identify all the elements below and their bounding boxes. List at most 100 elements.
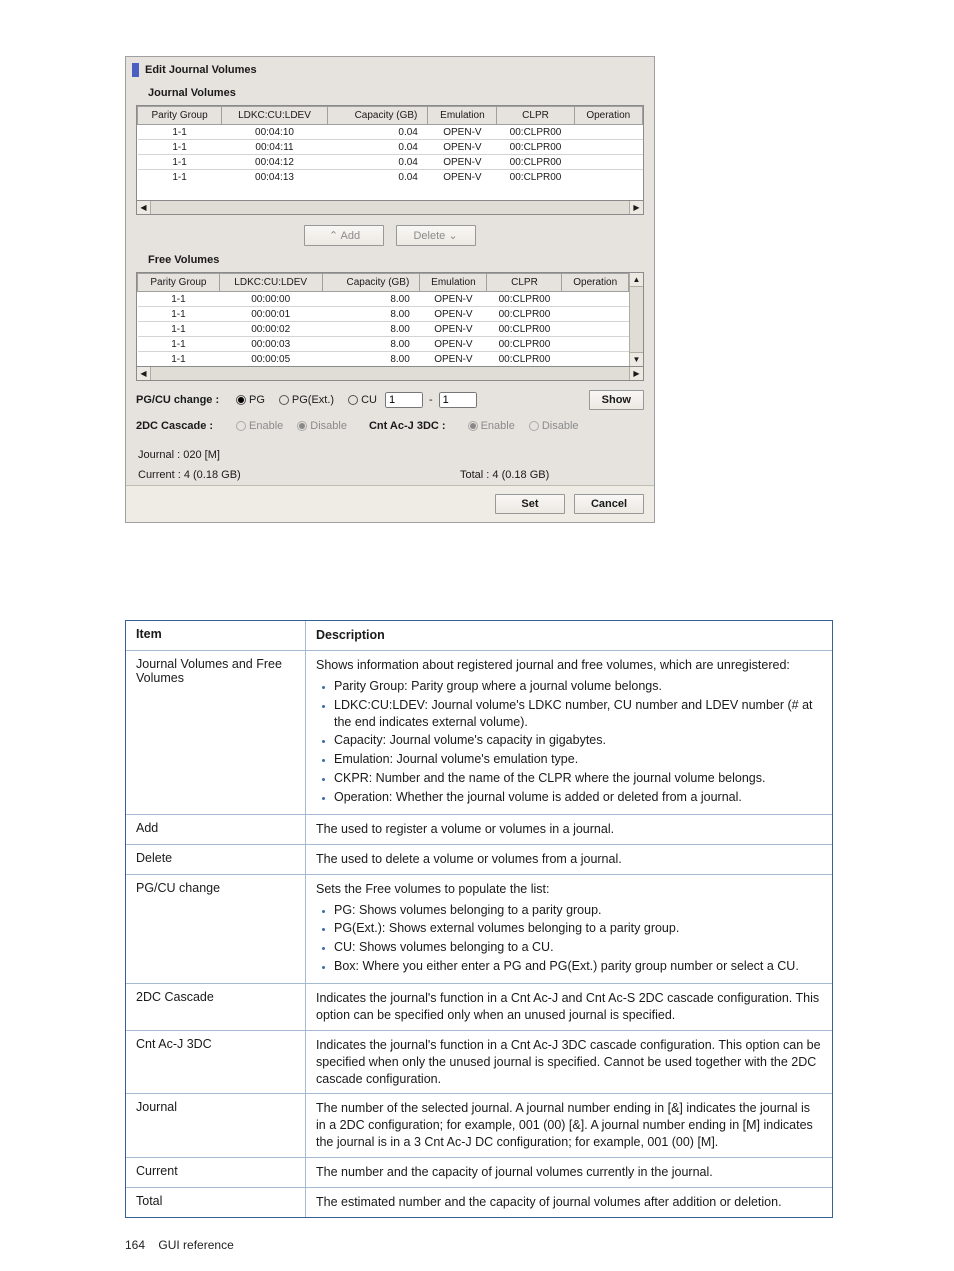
table-row[interactable]: 1-100:00:028.00OPEN-V00:CLPR00 [138, 322, 629, 337]
title-accent [132, 63, 139, 77]
scroll-up-icon[interactable]: ▲ [630, 273, 643, 287]
col-capacity[interactable]: Capacity (GB) [322, 274, 420, 292]
table-row[interactable]: 1-100:04:100.04OPEN-V00:CLPR00 [138, 125, 643, 140]
scroll-left-icon[interactable]: ◀ [137, 201, 151, 214]
desc-row: AddThe used to register a volume or volu… [126, 814, 832, 844]
table-row[interactable]: 1-100:00:058.00OPEN-V00:CLPR00 [138, 352, 629, 367]
desc-text: Sets the Free volumes to populate the li… [306, 875, 832, 983]
pg-cu-row: PG/CU change : PG PG(Ext.) CU - Show [136, 385, 644, 415]
col-capacity[interactable]: Capacity (GB) [327, 107, 428, 125]
desc-bullet: PG(Ext.): Shows external volumes belongi… [334, 920, 822, 937]
scroll-track[interactable] [151, 201, 629, 214]
scroll-left-icon[interactable]: ◀ [137, 367, 151, 380]
window-title: Edit Journal Volumes [145, 64, 257, 76]
table-cell: 0.04 [327, 155, 428, 170]
table-cell: 00:CLPR00 [497, 170, 574, 185]
col-emulation[interactable]: Emulation [420, 274, 487, 292]
table-cell: 1-1 [138, 170, 222, 185]
radio-pgext-label: PG(Ext.) [292, 394, 334, 406]
table-cell: 00:04:11 [222, 140, 328, 155]
radio-pgext[interactable] [279, 395, 289, 405]
col-parity-group[interactable]: Parity Group [138, 274, 220, 292]
table-cell: OPEN-V [428, 155, 497, 170]
desc-item: Total [126, 1188, 306, 1217]
desc-text: The used to delete a volume or volumes f… [306, 845, 832, 874]
table-cell: 0.04 [327, 125, 428, 140]
footer-section: GUI reference [158, 1238, 233, 1252]
pg-input-2[interactable] [439, 392, 477, 408]
table-row[interactable]: 1-100:04:120.04OPEN-V00:CLPR00 [138, 155, 643, 170]
chevron-down-icon: ⌄ [445, 230, 457, 242]
desc-bullet: Operation: Whether the journal volume is… [334, 789, 822, 806]
table-cell: 8.00 [322, 352, 420, 367]
col-emulation[interactable]: Emulation [428, 107, 497, 125]
col-operation[interactable]: Operation [574, 107, 642, 125]
desc-row: TotalThe estimated number and the capaci… [126, 1187, 832, 1217]
desc-text: The number and the capacity of journal v… [306, 1158, 832, 1187]
page-number: 164 [125, 1238, 145, 1252]
desc-row: 2DC CascadeIndicates the journal's funct… [126, 983, 832, 1030]
desc-text: The number of the selected journal. A jo… [306, 1094, 832, 1157]
scroll-vtrack[interactable] [630, 287, 643, 352]
scroll-right-icon[interactable]: ▶ [629, 367, 643, 380]
table-row[interactable]: 1-100:00:038.00OPEN-V00:CLPR00 [138, 337, 629, 352]
desc-header-desc: Description [306, 621, 832, 650]
table-cell: 00:00:01 [219, 307, 322, 322]
table-row[interactable]: 1-100:04:130.04OPEN-V00:CLPR00 [138, 170, 643, 185]
col-ldkc[interactable]: LDKC:CU:LDEV [219, 274, 322, 292]
free-volumes-grid[interactable]: Parity Group LDKC:CU:LDEV Capacity (GB) … [136, 272, 644, 367]
radio-2dc-enable[interactable] [236, 421, 246, 431]
radio-pg[interactable] [236, 395, 246, 405]
table-cell: 8.00 [322, 292, 420, 307]
radio-cu[interactable] [348, 395, 358, 405]
page-footer: 164 GUI reference [125, 1238, 234, 1252]
col-parity-group[interactable]: Parity Group [138, 107, 222, 125]
table-cell: 00:CLPR00 [487, 307, 562, 322]
table-row[interactable]: 1-100:00:018.00OPEN-V00:CLPR00 [138, 307, 629, 322]
set-button[interactable]: Set [495, 494, 565, 514]
col-operation[interactable]: Operation [562, 274, 629, 292]
col-clpr[interactable]: CLPR [497, 107, 574, 125]
disable-label-2: Disable [542, 420, 579, 432]
cascade-row: 2DC Cascade : Enable Disable Cnt Ac-J 3D… [136, 415, 644, 437]
desc-item: 2DC Cascade [126, 984, 306, 1030]
table-cell: 00:CLPR00 [497, 140, 574, 155]
free-hscrollbar[interactable]: ◀ ▶ [136, 367, 644, 381]
col-clpr[interactable]: CLPR [487, 274, 562, 292]
table-cell: 00:CLPR00 [487, 322, 562, 337]
journal-volumes-grid[interactable]: Parity Group LDKC:CU:LDEV Capacity (GB) … [136, 105, 644, 201]
table-cell [574, 155, 642, 170]
free-vscrollbar[interactable]: ▲ ▼ [629, 273, 643, 366]
free-volumes-title: Free Volumes [126, 250, 654, 272]
desc-row: PG/CU changeSets the Free volumes to pop… [126, 874, 832, 983]
add-button[interactable]: ⌃ Add [304, 225, 384, 246]
desc-text: The estimated number and the capacity of… [306, 1188, 832, 1217]
radio-3dc-enable[interactable] [468, 421, 478, 431]
table-cell [574, 125, 642, 140]
desc-bullet: CKPR: Number and the name of the CLPR wh… [334, 770, 822, 787]
desc-bullet: Capacity: Journal volume's capacity in g… [334, 732, 822, 749]
table-cell: OPEN-V [428, 125, 497, 140]
desc-row: Cnt Ac-J 3DCIndicates the journal's func… [126, 1030, 832, 1094]
radio-2dc-disable[interactable] [297, 421, 307, 431]
window-title-bar: Edit Journal Volumes [126, 57, 654, 83]
table-cell: 1-1 [138, 322, 220, 337]
pg-input-1[interactable] [385, 392, 423, 408]
table-row[interactable]: 1-100:00:008.00OPEN-V00:CLPR00 [138, 292, 629, 307]
table-cell: 0.04 [327, 170, 428, 185]
desc-text: Shows information about registered journ… [306, 651, 832, 814]
enable-label: Enable [249, 420, 283, 432]
radio-3dc-disable[interactable] [529, 421, 539, 431]
scroll-down-icon[interactable]: ▼ [630, 352, 643, 366]
table-row[interactable]: 1-100:04:110.04OPEN-V00:CLPR00 [138, 140, 643, 155]
table-cell: OPEN-V [428, 170, 497, 185]
delete-button[interactable]: Delete ⌄ [396, 225, 476, 246]
scroll-track[interactable] [151, 367, 629, 380]
cancel-button[interactable]: Cancel [574, 494, 644, 514]
col-ldkc[interactable]: LDKC:CU:LDEV [222, 107, 328, 125]
desc-row: JournalThe number of the selected journa… [126, 1093, 832, 1157]
journal-hscrollbar[interactable]: ◀ ▶ [136, 201, 644, 215]
desc-item: Journal [126, 1094, 306, 1157]
show-button[interactable]: Show [589, 390, 644, 410]
scroll-right-icon[interactable]: ▶ [629, 201, 643, 214]
